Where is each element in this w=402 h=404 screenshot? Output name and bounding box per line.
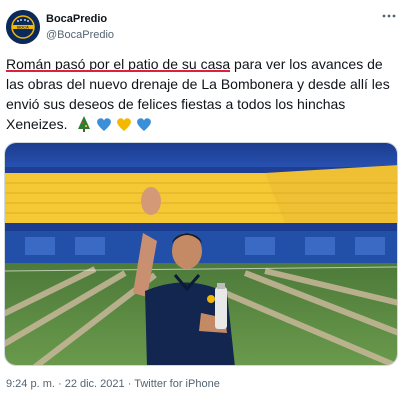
footer-separator: · — [54, 378, 65, 390]
christmas-tree-icon — [78, 116, 91, 132]
emoji-group — [75, 115, 153, 133]
blue-heart-icon — [97, 118, 112, 131]
tweet-header: BOCA BocaPredio @BocaPredio — [6, 10, 396, 46]
svg-text:BOCA: BOCA — [17, 25, 29, 30]
stadium-photo — [5, 143, 397, 365]
yellow-heart-icon — [117, 118, 132, 131]
avatar[interactable]: BOCA — [6, 10, 40, 44]
blue-heart-icon — [137, 118, 152, 131]
tweet-footer: 9:24 p. m. · 22 dic. 2021 · Twitter for … — [6, 378, 220, 390]
boca-logo-icon: BOCA — [6, 10, 40, 44]
more-options-icon[interactable] — [382, 12, 396, 20]
tweet-time[interactable]: 9:24 p. m. — [6, 378, 55, 390]
tweet-date[interactable]: 22 dic. 2021 — [65, 378, 125, 390]
highlighted-phrase: Román pasó por el patio de su casa — [6, 56, 231, 72]
tweet-text: Román pasó por el patio de su casa para … — [6, 54, 398, 134]
footer-separator: · — [124, 378, 135, 390]
author-handle[interactable]: @BocaPredio — [46, 29, 114, 41]
tweet-media[interactable] — [4, 142, 398, 366]
author-name[interactable]: BocaPredio — [46, 13, 107, 25]
tweet-source[interactable]: Twitter for iPhone — [134, 378, 220, 390]
